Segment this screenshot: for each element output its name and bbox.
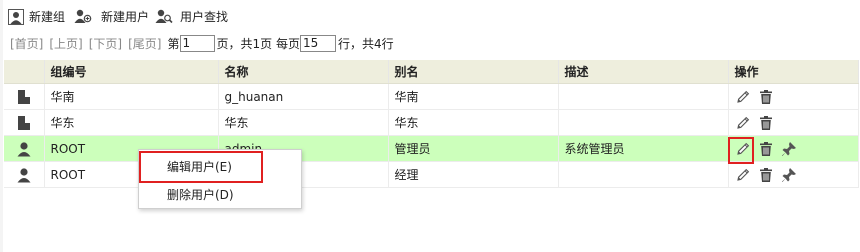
new-group-button[interactable]: 新建组: [8, 8, 65, 25]
column-header-id[interactable]: 组编号: [44, 60, 219, 84]
pin-icon[interactable]: [781, 141, 797, 157]
table-header-row: 组编号 名称 别名 描述 操作: [4, 60, 859, 84]
row-type-cell: [4, 161, 45, 188]
column-header-desc[interactable]: 描述: [558, 60, 729, 84]
per-page-input[interactable]: [299, 34, 336, 52]
user-search-button[interactable]: 用户查找: [180, 8, 228, 25]
context-menu-delete-user[interactable]: 删除用户(D): [167, 185, 234, 205]
cell-desc: [558, 83, 729, 110]
row-actions-cell: [728, 83, 859, 110]
row-actions: [735, 84, 858, 109]
toolbar: 新建组 新建用户 用户查找: [0, 0, 860, 30]
row-actions-cell: [728, 109, 859, 136]
type-column-header: [4, 60, 45, 84]
user-group-table: 组编号 名称 别名 描述 操作 华南g_huanan华南华东华东华东ROOTad…: [4, 60, 859, 188]
cell-alias: 华南: [388, 83, 559, 110]
row-type-cell: [4, 135, 45, 162]
page-number-input[interactable]: [179, 34, 215, 52]
user-search-label: 用户查找: [180, 10, 229, 24]
edit-user-highlight: [139, 151, 263, 183]
row-actions: [735, 162, 858, 187]
row-actions: [735, 110, 858, 135]
new-group-icon: [8, 8, 24, 25]
new-user-label: 新建用户: [101, 10, 150, 24]
cell-desc: 系统管理员: [558, 135, 729, 162]
table-row[interactable]: ROOT 经理: [4, 161, 859, 188]
user-icon: [16, 167, 32, 183]
first-page-link[interactable]: [首页]: [10, 35, 43, 52]
cell-desc: [558, 161, 729, 188]
page-suffix: 页，共1页 每页: [216, 36, 300, 51]
cell-id: 华南: [44, 83, 219, 110]
new-group-label: 新建组: [29, 10, 66, 24]
user-search-icon: [155, 8, 173, 24]
last-page-link[interactable]: [尾页]: [128, 35, 161, 52]
new-user-text-button[interactable]: 新建用户: [101, 8, 149, 25]
cell-name: g_huanan: [218, 83, 389, 110]
cell-alias: 经理: [388, 161, 559, 188]
column-header-alias[interactable]: 别名: [388, 60, 559, 84]
edit-pencil-icon[interactable]: [735, 89, 751, 105]
table-row[interactable]: 华东 华东 华东: [4, 109, 859, 136]
row-type-cell: [4, 109, 45, 136]
edit-pencil-icon[interactable]: [735, 115, 751, 131]
column-header-name[interactable]: 名称: [218, 60, 389, 84]
edit-icon-highlight: [728, 137, 754, 164]
delete-trash-icon[interactable]: [758, 115, 774, 131]
delete-trash-icon[interactable]: [758, 167, 774, 183]
prev-page-link[interactable]: [上页]: [49, 35, 82, 52]
group-icon: [16, 115, 32, 131]
cell-name: 华东: [218, 109, 389, 136]
table-row[interactable]: 华南 g_huanan 华南: [4, 83, 859, 110]
row-type-cell: [4, 83, 45, 110]
user-search-icon-button[interactable]: [155, 8, 173, 24]
left-border: [0, 0, 3, 252]
user-icon: [16, 141, 32, 157]
row-actions-cell: [728, 161, 859, 188]
edit-pencil-icon[interactable]: [735, 167, 751, 183]
new-user-button[interactable]: [74, 8, 92, 24]
cell-alias: 华东: [388, 109, 559, 136]
page-prefix: 第: [167, 36, 180, 51]
delete-trash-icon[interactable]: [758, 89, 774, 105]
cell-alias: 管理员: [388, 135, 559, 162]
total-rows-text: 行，共4行: [337, 36, 394, 51]
next-page-link[interactable]: [下页]: [89, 35, 122, 52]
delete-trash-icon[interactable]: [758, 141, 774, 157]
add-user-icon: [74, 8, 92, 24]
pin-icon[interactable]: [781, 167, 797, 183]
cell-id: 华东: [44, 109, 219, 136]
column-header-actions: 操作: [728, 60, 859, 84]
cell-desc: [558, 109, 729, 136]
group-icon: [16, 89, 32, 105]
pager: [首页] [上页] [下页] [尾页] 第 页，共1页 每页 行，共4行: [10, 33, 394, 53]
